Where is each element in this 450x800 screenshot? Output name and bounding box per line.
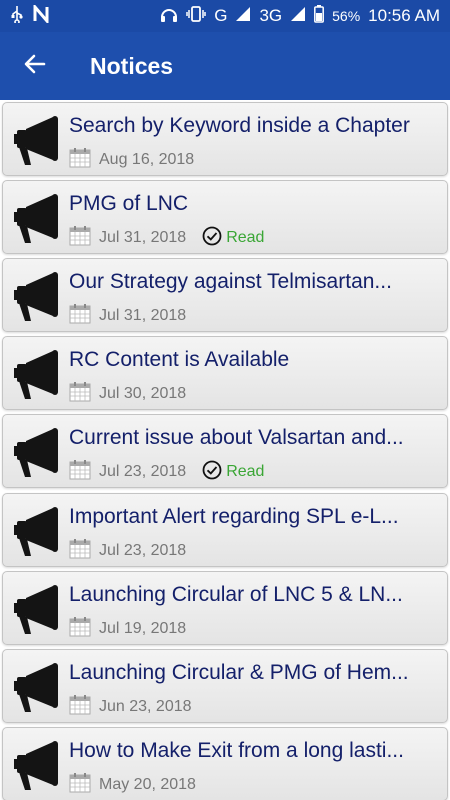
battery-icon	[314, 5, 325, 27]
headphones-icon	[160, 5, 178, 27]
notice-title: Our Strategy against Telmisartan...	[69, 270, 392, 294]
notice-title: Launching Circular of LNC 5 & LN...	[69, 582, 403, 606]
notice-title: Launching Circular & PMG of Hem...	[69, 660, 409, 684]
notice-title: Current issue about Valsartan and...	[69, 426, 404, 450]
calendar-icon	[69, 147, 91, 173]
megaphone-icon	[11, 192, 61, 251]
network-type-g: G	[214, 6, 228, 25]
signal-icon-2	[290, 6, 306, 26]
back-button[interactable]	[0, 32, 70, 100]
megaphone-icon	[11, 505, 61, 564]
vibrate-icon	[186, 5, 206, 27]
notice-card[interactable]: RC Content is Available Jul 30, 2018	[2, 336, 448, 411]
page-title: Notices	[90, 52, 174, 79]
notice-card[interactable]: Launching Circular of LNC 5 & LN... Jul …	[2, 570, 448, 645]
notice-date: Jul 31, 2018	[99, 307, 187, 325]
calendar-icon	[69, 694, 91, 720]
calendar-icon	[69, 616, 91, 642]
notice-title: PMG of LNC	[69, 192, 189, 216]
megaphone-icon	[11, 270, 61, 329]
notice-date: Jul 31, 2018	[99, 229, 187, 247]
notice-date: Jul 23, 2018	[99, 463, 187, 481]
notice-meta: Jul 23, 2018	[69, 538, 187, 564]
notice-meta: Jul 31, 2018 Read	[69, 225, 264, 251]
arrow-left-icon	[23, 52, 47, 81]
notice-card[interactable]: Our Strategy against Telmisartan... Jul …	[2, 258, 448, 333]
calendar-icon	[69, 772, 91, 798]
notice-title: How to Make Exit from a long lasti...	[69, 738, 404, 762]
notice-date: Jun 23, 2018	[99, 697, 192, 715]
notice-list[interactable]: Search by Keyword inside a Chapter Aug 1…	[0, 100, 450, 800]
notice-date: Aug 16, 2018	[99, 151, 195, 168]
megaphone-icon	[11, 426, 61, 485]
read-indicator: Read	[202, 460, 264, 485]
calendar-icon	[69, 381, 91, 407]
read-label: Read	[226, 463, 265, 481]
notice-title: Search by Keyword inside a Chapter	[69, 114, 410, 137]
notice-meta: Jul 31, 2018	[69, 303, 187, 329]
megaphone-icon	[11, 348, 61, 407]
notice-card[interactable]: Current issue about Valsartan and... Jul…	[2, 414, 448, 489]
notice-title: Important Alert regarding SPL e-L...	[69, 504, 399, 528]
calendar-icon	[69, 459, 91, 485]
notice-card[interactable]: Launching Circular & PMG of Hem... Jun 2…	[2, 648, 448, 723]
notice-card[interactable]: Search by Keyword inside a Chapter Aug 1…	[2, 102, 448, 176]
check-circle-icon	[202, 226, 222, 251]
clock: 10:56 AM	[368, 6, 440, 25]
notice-card[interactable]: Important Alert regarding SPL e-L... Jul…	[2, 492, 448, 567]
megaphone-icon	[11, 583, 61, 642]
notice-meta: Jul 19, 2018	[69, 616, 187, 642]
notice-date: Jul 23, 2018	[99, 541, 187, 559]
notice-date: Jul 30, 2018	[99, 385, 187, 403]
notice-card[interactable]: PMG of LNC Jul 31, 2018 Read	[2, 180, 448, 255]
calendar-icon	[69, 303, 91, 329]
notice-meta: Jul 30, 2018	[69, 381, 187, 407]
network-type-3g: 3G	[259, 6, 283, 25]
calendar-icon	[69, 538, 91, 564]
read-indicator: Read	[202, 226, 264, 251]
notice-date: Jul 19, 2018	[99, 619, 187, 637]
notice-date: May 20, 2018	[99, 775, 196, 793]
n-app-icon	[32, 2, 50, 27]
status-bar: G 3G 56% 10:56 AM	[0, 0, 450, 32]
usb-icon	[10, 5, 24, 27]
notice-meta: May 20, 2018	[69, 772, 196, 798]
app-bar: Notices	[0, 32, 450, 100]
megaphone-icon	[11, 661, 61, 720]
megaphone-icon	[11, 739, 61, 798]
read-label: Read	[226, 229, 265, 247]
check-circle-icon	[202, 460, 222, 485]
notice-meta: Jul 23, 2018 Read	[69, 459, 264, 485]
notice-card[interactable]: How to Make Exit from a long lasti... Ma…	[2, 726, 448, 800]
calendar-icon	[69, 225, 91, 251]
battery-percent: 56%	[332, 8, 361, 24]
signal-icon	[235, 6, 251, 26]
notice-title: RC Content is Available	[69, 348, 290, 372]
notice-meta: Jun 23, 2018	[69, 694, 192, 720]
notice-meta: Aug 16, 2018	[69, 147, 195, 173]
megaphone-icon	[11, 114, 61, 173]
